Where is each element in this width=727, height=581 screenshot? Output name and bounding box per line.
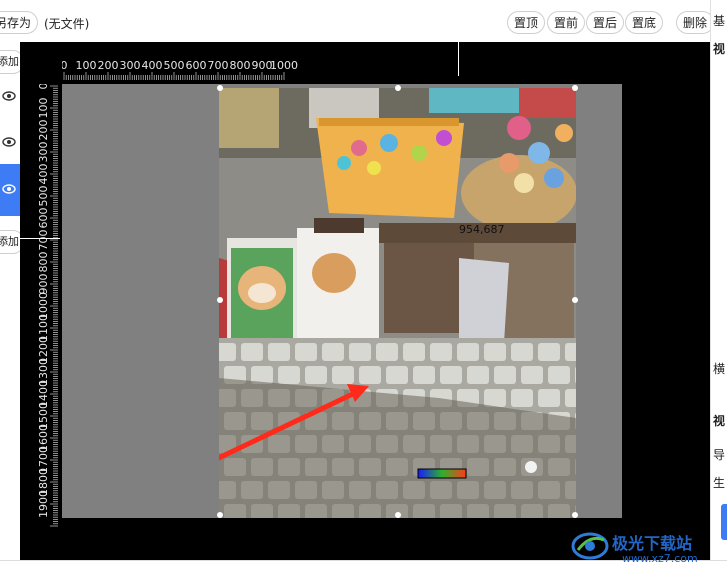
- action-button[interactable]: [721, 504, 727, 540]
- ruler-label: 800: [230, 59, 251, 72]
- ruler-label: 100: [37, 98, 50, 119]
- floor-tile: [484, 343, 506, 361]
- floor-tile: [349, 343, 371, 361]
- guide-line: [20, 238, 60, 239]
- top-ruler: 0 100 200 300 400 500 600 700 800 9001000: [62, 59, 298, 80]
- delete-button[interactable]: 删除: [676, 11, 715, 34]
- floor-tile: [332, 366, 354, 384]
- eye-icon[interactable]: [2, 182, 16, 196]
- send-to-bottom-button[interactable]: 置底: [625, 11, 664, 34]
- floor-tile: [511, 343, 533, 361]
- floor-tile: [548, 366, 570, 384]
- eye-icon[interactable]: [2, 89, 16, 103]
- floor-tile: [457, 343, 479, 361]
- section-title: 视: [713, 414, 726, 428]
- guide-line: [458, 42, 459, 76]
- floor-tile: [538, 343, 560, 361]
- photo-layer[interactable]: [219, 88, 576, 518]
- top-toolbar: 另存为 (无文件) 置顶 置前 置后 置底 删除: [0, 0, 727, 42]
- properties-panel: 基 视 横 视 导 生: [710, 0, 727, 560]
- floor-tile: [359, 366, 381, 384]
- floor-tile: [538, 389, 560, 407]
- send-backward-button[interactable]: 置后: [586, 11, 625, 34]
- ruler-label: 500: [164, 59, 185, 72]
- floor-tile: [241, 343, 263, 361]
- ruler-label: 800: [37, 252, 50, 273]
- add-layer-button[interactable]: 添加: [0, 50, 20, 74]
- floor-tile: [413, 366, 435, 384]
- ruler-label: 1900: [37, 490, 50, 518]
- left-ruler: 0100200300400500600700800900100011001200…: [37, 84, 58, 527]
- resize-handle[interactable]: [395, 512, 401, 518]
- resize-handle[interactable]: [572, 297, 578, 303]
- floor-tile: [565, 343, 576, 361]
- ruler-label: 900: [37, 274, 50, 295]
- floor-tile: [386, 366, 408, 384]
- floor-tile: [440, 366, 462, 384]
- ruler-label: 400: [37, 164, 50, 185]
- photo-image: [219, 88, 576, 518]
- ruler-label: 200: [98, 59, 119, 72]
- eye-icon[interactable]: [2, 135, 16, 149]
- brand-name: 极光下载站: [612, 534, 693, 553]
- bring-forward-button[interactable]: 置前: [547, 11, 586, 34]
- resize-handle[interactable]: [217, 512, 223, 518]
- floor-tile: [494, 366, 516, 384]
- section-title: 视: [713, 42, 726, 56]
- file-name-label: (无文件): [44, 17, 90, 31]
- property-label: 横: [713, 362, 726, 376]
- ruler-label: 700: [37, 230, 50, 251]
- ruler-label: 500: [37, 186, 50, 207]
- canvas-stage[interactable]: 0 100 200 300 400 500 600 700 800 900 1000 0 100 200…: [20, 42, 710, 560]
- property-label: 生: [713, 476, 726, 490]
- ruler-label: 0: [37, 84, 50, 90]
- floor-tile: [430, 343, 452, 361]
- floor-tile: [295, 343, 317, 361]
- floor-tile: [403, 343, 425, 361]
- ruler-label: 1000: [270, 59, 298, 72]
- floor-tile: [484, 389, 506, 407]
- floor-tile: [278, 366, 300, 384]
- floor-tile: [305, 366, 327, 384]
- floor-tile: [521, 366, 543, 384]
- watermark: 极光下载站 www.xz7.com: [570, 528, 720, 572]
- ruler-label: 700: [208, 59, 229, 72]
- property-label: 导: [713, 448, 726, 462]
- floor-tile: [565, 389, 576, 407]
- cursor-coordinates: 954,687: [459, 223, 505, 236]
- floor-tile: [511, 389, 533, 407]
- brand-logo-icon: [571, 532, 609, 560]
- layer-item[interactable]: [0, 122, 20, 162]
- floor-tile: [575, 366, 576, 384]
- floor-tile: [219, 343, 236, 361]
- ruler-label: 300: [120, 59, 141, 72]
- ruler-label: 400: [142, 59, 163, 72]
- layer-item-selected[interactable]: [0, 164, 20, 216]
- ruler-label: 600: [186, 59, 207, 72]
- ruler-label: 200: [37, 120, 50, 141]
- save-as-button[interactable]: 另存为: [0, 11, 39, 34]
- add-layer-button[interactable]: 添加: [0, 230, 20, 254]
- floor-tile: [467, 366, 489, 384]
- ruler-label: 0: [62, 59, 68, 72]
- resize-handle[interactable]: [217, 297, 223, 303]
- floor-tile: [268, 343, 290, 361]
- layer-item[interactable]: [0, 76, 20, 116]
- resize-handle[interactable]: [572, 512, 578, 518]
- resize-handle[interactable]: [217, 85, 223, 91]
- resize-handle[interactable]: [395, 85, 401, 91]
- ruler-label: 300: [37, 142, 50, 163]
- floor-tile: [376, 343, 398, 361]
- bring-to-top-button[interactable]: 置顶: [507, 11, 546, 34]
- ruler-label: 600: [37, 208, 50, 229]
- ruler-label: 100: [76, 59, 97, 72]
- floor-tile: [322, 343, 344, 361]
- brand-url: www.xz7.com: [622, 552, 698, 565]
- layer-sidebar: 添加 添加: [0, 42, 20, 560]
- resize-handle[interactable]: [572, 85, 578, 91]
- panel-header: 基: [713, 14, 726, 28]
